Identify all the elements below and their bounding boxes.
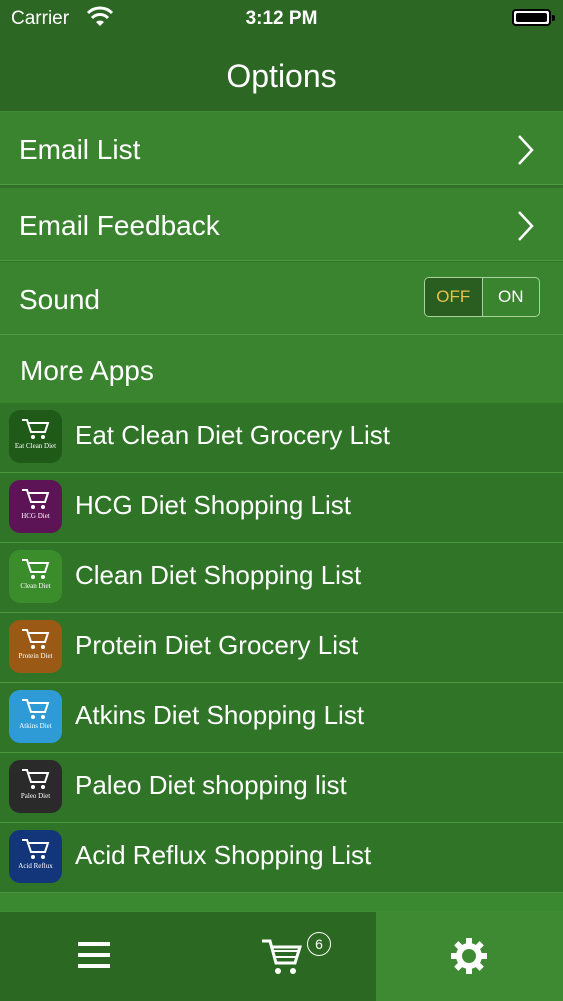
email-list-label: Email List [19,134,141,165]
app-icon-tag: HCG Diet [21,512,50,520]
more-apps-label: More Apps [20,355,154,386]
status-bar: Carrier 3:12 PM [0,0,563,40]
app-item[interactable]: Acid Reflux Acid Reflux Shopping List [0,823,563,893]
cart-icon [22,489,50,509]
app-icon: Paleo Diet [9,760,62,813]
more-apps-header: More Apps [0,335,563,403]
app-icon-tag: Clean Diet [20,582,51,590]
app-name: Protein Diet Grocery List [75,630,359,660]
tab-bar: 6 [0,911,563,1001]
app-name: Clean Diet Shopping List [75,560,362,590]
app-icon-tag: Paleo Diet [20,792,51,800]
sound-off-option[interactable]: OFF [425,278,483,316]
app-name: Paleo Diet shopping list [75,770,347,800]
sound-row: Sound OFF ON [0,262,563,335]
app-icon: Acid Reflux [9,830,62,883]
app-icon-tag: Eat Clean Diet [14,442,57,450]
app-item[interactable]: Paleo Diet Paleo Diet shopping list [0,753,563,823]
app-name: Eat Clean Diet Grocery List [75,420,391,450]
cart-icon [22,699,50,719]
email-list-row[interactable]: Email List [0,112,563,185]
app-name: Acid Reflux Shopping List [75,840,372,870]
cart-icon [22,769,50,789]
navigation-bar: Options [0,40,563,112]
app-icon: Clean Diet [9,550,62,603]
cart-icon [22,629,50,649]
chevron-right-icon [518,211,534,241]
app-icon-tag: Atkins Diet [19,722,52,730]
app-icon-tag: Protein Diet [18,652,53,660]
cart-icon [22,419,50,439]
battery-icon [512,9,555,26]
clock: 3:12 PM [245,8,318,29]
app-icon: Protein Diet [9,620,62,673]
email-feedback-row[interactable]: Email Feedback [0,188,563,261]
tab-menu[interactable] [0,912,188,1001]
gear-icon [451,938,487,974]
app-icon: HCG Diet [9,480,62,533]
cart-icon [262,939,303,974]
cart-icon [22,839,50,859]
menu-icon [78,942,110,968]
tab-settings[interactable] [376,912,563,1001]
app-item[interactable]: Atkins Diet Atkins Diet Shopping List [0,683,563,753]
sound-toggle[interactable]: OFF ON [424,277,540,317]
app-item[interactable]: Clean Diet Clean Diet Shopping List [0,543,563,613]
sound-on-option[interactable]: ON [483,278,540,316]
app-icon: Eat Clean Diet [9,410,62,463]
app-name: HCG Diet Shopping List [75,490,352,520]
email-feedback-label: Email Feedback [19,210,220,241]
app-name: Atkins Diet Shopping List [75,700,365,730]
app-item[interactable]: Protein Diet Protein Diet Grocery List [0,613,563,683]
app-icon: Atkins Diet [9,690,62,743]
cart-count-badge: 6 [307,932,331,956]
chevron-right-icon [518,135,534,165]
app-item[interactable]: HCG Diet HCG Diet Shopping List [0,473,563,543]
page-title: Options [226,58,337,94]
app-icon-tag: Acid Reflux [18,862,53,870]
app-item[interactable]: Eat Clean Diet Eat Clean Diet Grocery Li… [0,403,563,473]
tab-cart[interactable] [188,912,376,1001]
cart-icon [22,559,50,579]
sound-label: Sound [19,284,100,315]
